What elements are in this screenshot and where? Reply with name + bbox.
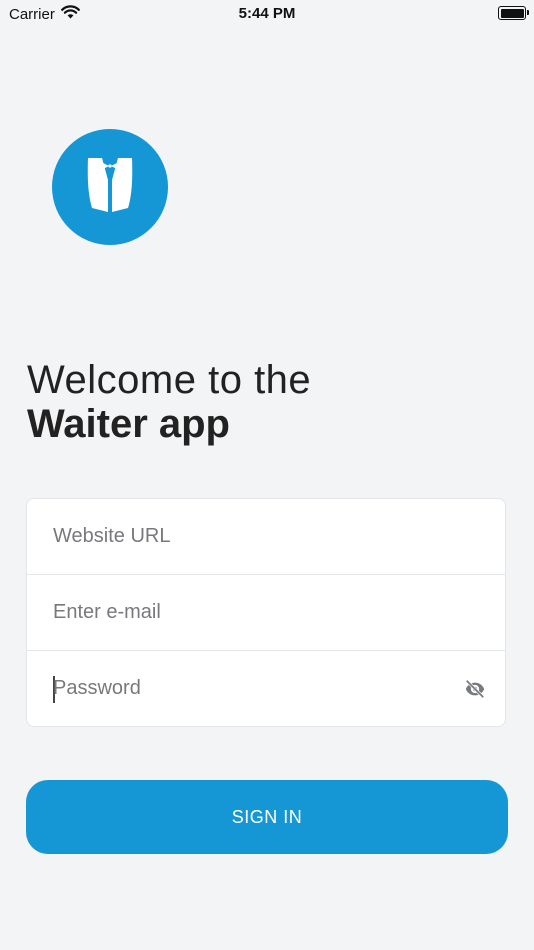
app-logo [52,129,168,245]
login-form [26,498,506,727]
email-input[interactable] [53,575,473,650]
website-url-row [27,499,505,575]
password-input[interactable] [53,651,473,726]
eye-off-icon[interactable] [464,678,486,700]
sign-in-button[interactable]: SIGN IN [26,780,508,854]
login-screen: Carrier 5:44 PM Welcome to the Waiter ap… [0,0,534,950]
email-row [27,575,505,651]
status-bar: Carrier 5:44 PM [0,0,534,30]
battery-icon [498,6,529,20]
password-row [27,651,505,726]
waiter-tuxedo-icon [82,154,138,221]
status-right [498,5,529,20]
welcome-line-1: Welcome to the [27,358,312,402]
status-time: 5:44 PM [238,5,296,22]
welcome-line-2-app-name: Waiter app [27,402,230,446]
website-url-input[interactable] [53,499,473,574]
welcome-heading: Welcome to the Waiter app [27,358,311,446]
